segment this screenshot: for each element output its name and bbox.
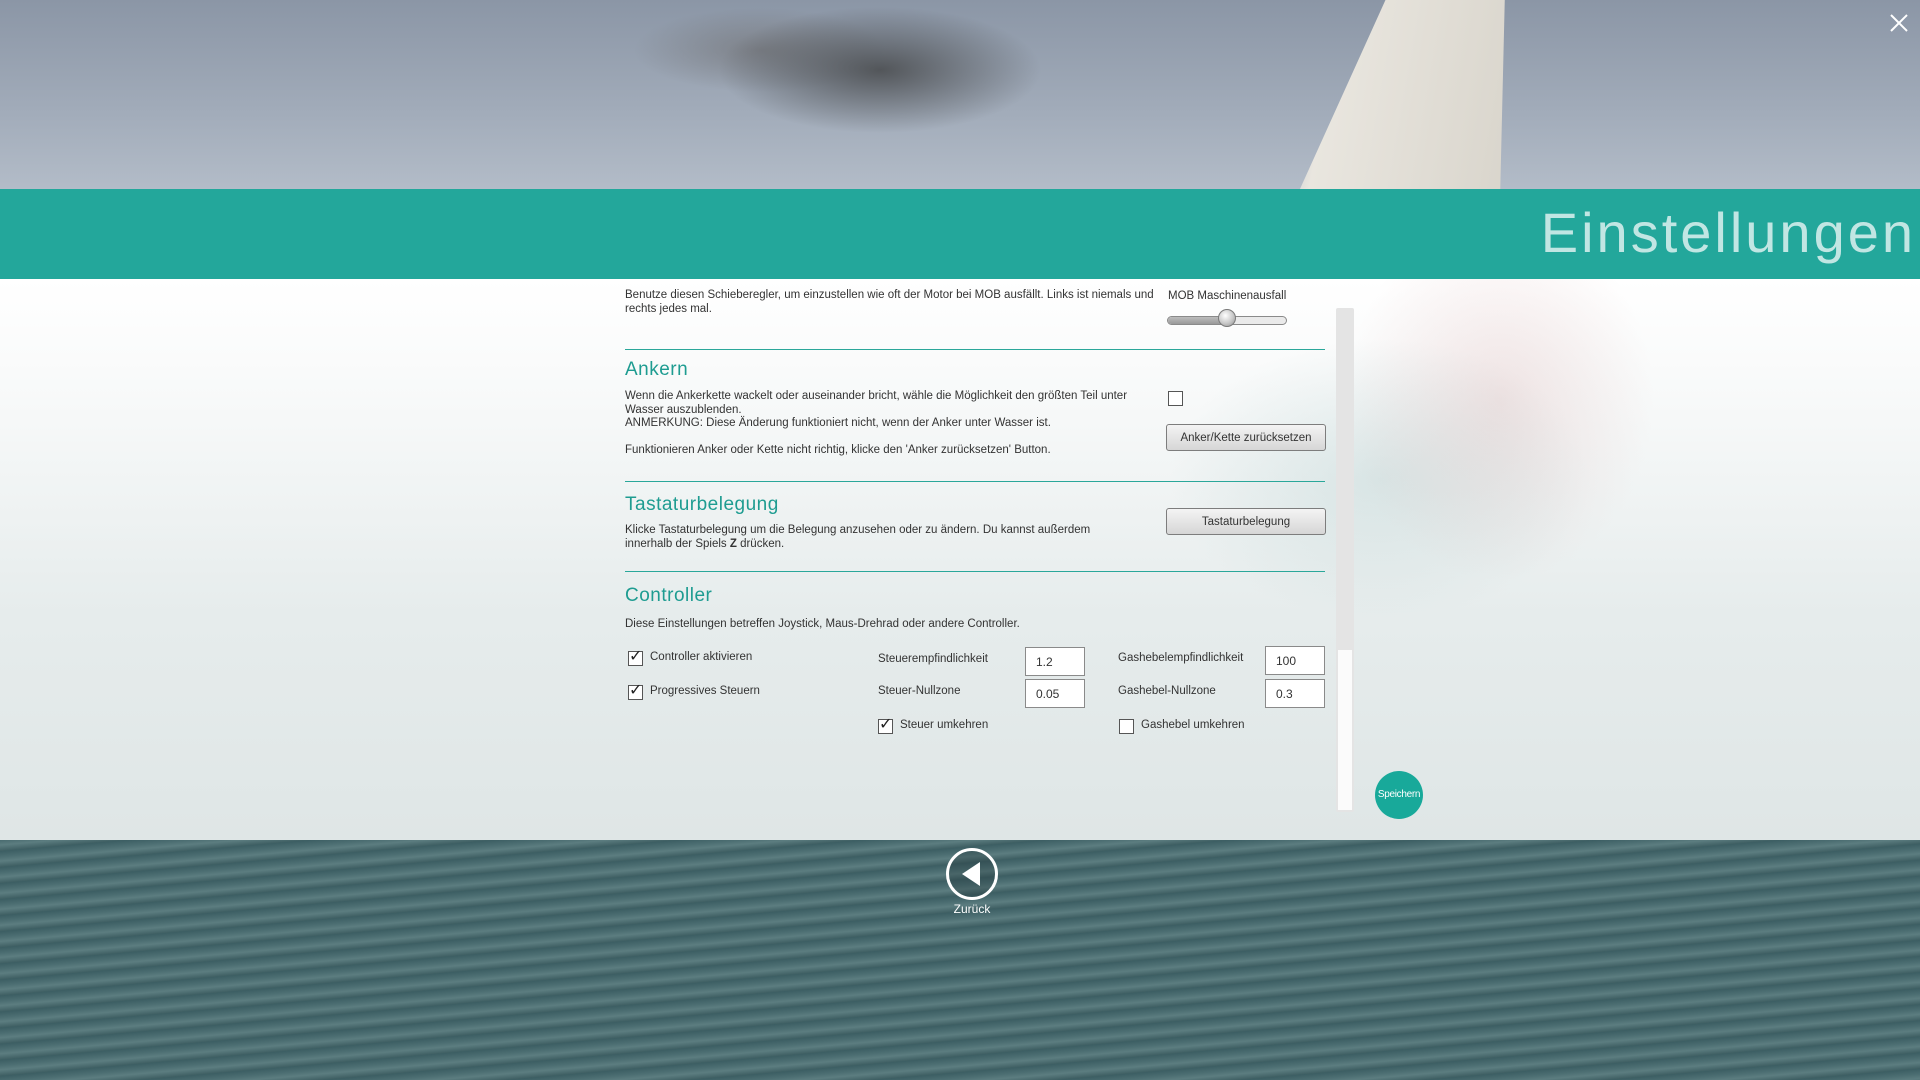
- anchor-reset-button[interactable]: Anker/Kette zurücksetzen: [1166, 424, 1326, 451]
- controller-enable-checkbox[interactable]: ✓: [628, 648, 643, 666]
- anchor-text-2: ANMERKUNG: Diese Änderung funktioniert n…: [625, 417, 1051, 429]
- throttle-invert-label: Gashebel umkehren: [1141, 719, 1245, 731]
- steer-deadzone-label: Steuer-Nullzone: [878, 685, 961, 697]
- sail-image: [1295, 0, 1505, 190]
- keyboard-text-part: drücken.: [736, 537, 785, 550]
- steer-deadzone-input[interactable]: 0.05: [1025, 679, 1085, 708]
- throttle-sensitivity-label: Gashebelempfindlichkeit: [1118, 652, 1244, 664]
- keyboard-text-part: Klicke Tastaturbelegung um die Belegung …: [625, 524, 1091, 550]
- controller-description: Diese Einstellungen betreffen Joystick, …: [625, 618, 1020, 630]
- back-arrow-icon: [962, 862, 980, 886]
- steer-sensitivity-input[interactable]: 1.2: [1025, 647, 1085, 676]
- settings-scrollbar[interactable]: [1336, 308, 1354, 812]
- anchor-section-title: Ankern: [625, 359, 689, 380]
- background-sky: [0, 0, 1920, 190]
- settings-content: Benutze diesen Schieberegler, um einzust…: [0, 279, 1920, 840]
- keyboard-button[interactable]: Tastaturbelegung: [1166, 508, 1326, 535]
- keyboard-section-title: Tastaturbelegung: [625, 494, 779, 515]
- throttle-sensitivity-input[interactable]: 100: [1265, 646, 1325, 675]
- controller-enable-label: Controller aktivieren: [650, 651, 753, 663]
- check-icon: ✓: [879, 716, 893, 733]
- mob-slider-label: MOB Maschinenausfall: [1168, 290, 1287, 302]
- back-button[interactable]: [946, 848, 998, 900]
- controller-section-title: Controller: [625, 585, 713, 606]
- anchor-hide-checkbox[interactable]: [1168, 391, 1183, 406]
- divider: [625, 349, 1325, 350]
- close-icon[interactable]: [1886, 10, 1912, 36]
- progressive-steering-label: Progressives Steuern: [650, 685, 760, 697]
- steer-invert-checkbox[interactable]: ✓: [878, 716, 893, 734]
- throttle-deadzone-input[interactable]: 0.3: [1265, 679, 1325, 708]
- progressive-steering-checkbox[interactable]: ✓: [628, 682, 643, 700]
- settings-panel: Benutze diesen Schieberegler, um einzust…: [625, 279, 1326, 840]
- keyboard-key: Z: [729, 537, 737, 550]
- check-icon: ✓: [629, 648, 643, 665]
- steer-sensitivity-label: Steuerempfindlichkeit: [878, 653, 988, 665]
- mob-slider-thumb[interactable]: [1218, 309, 1236, 327]
- anchor-text-1: Wenn die Ankerkette wackelt oder auseina…: [625, 390, 1128, 416]
- anchor-text-3: Funktionieren Anker oder Kette nicht ric…: [625, 444, 1051, 456]
- back-label: Zurück: [953, 902, 991, 916]
- throttle-invert-checkbox[interactable]: [1119, 719, 1134, 734]
- divider: [625, 481, 1325, 482]
- page-title: Einstellungen: [1540, 201, 1916, 264]
- divider: [625, 571, 1325, 572]
- save-button[interactable]: Speichern: [1375, 771, 1423, 819]
- check-icon: ✓: [629, 682, 643, 699]
- motor-description: Benutze diesen Schieberegler, um einzust…: [625, 289, 1154, 315]
- keyboard-description: Klicke Tastaturbelegung um die Belegung …: [625, 524, 1130, 551]
- throttle-deadzone-label: Gashebel-Nullzone: [1118, 685, 1216, 697]
- scrollbar-thumb[interactable]: [1338, 650, 1352, 810]
- steer-invert-label: Steuer umkehren: [900, 719, 989, 731]
